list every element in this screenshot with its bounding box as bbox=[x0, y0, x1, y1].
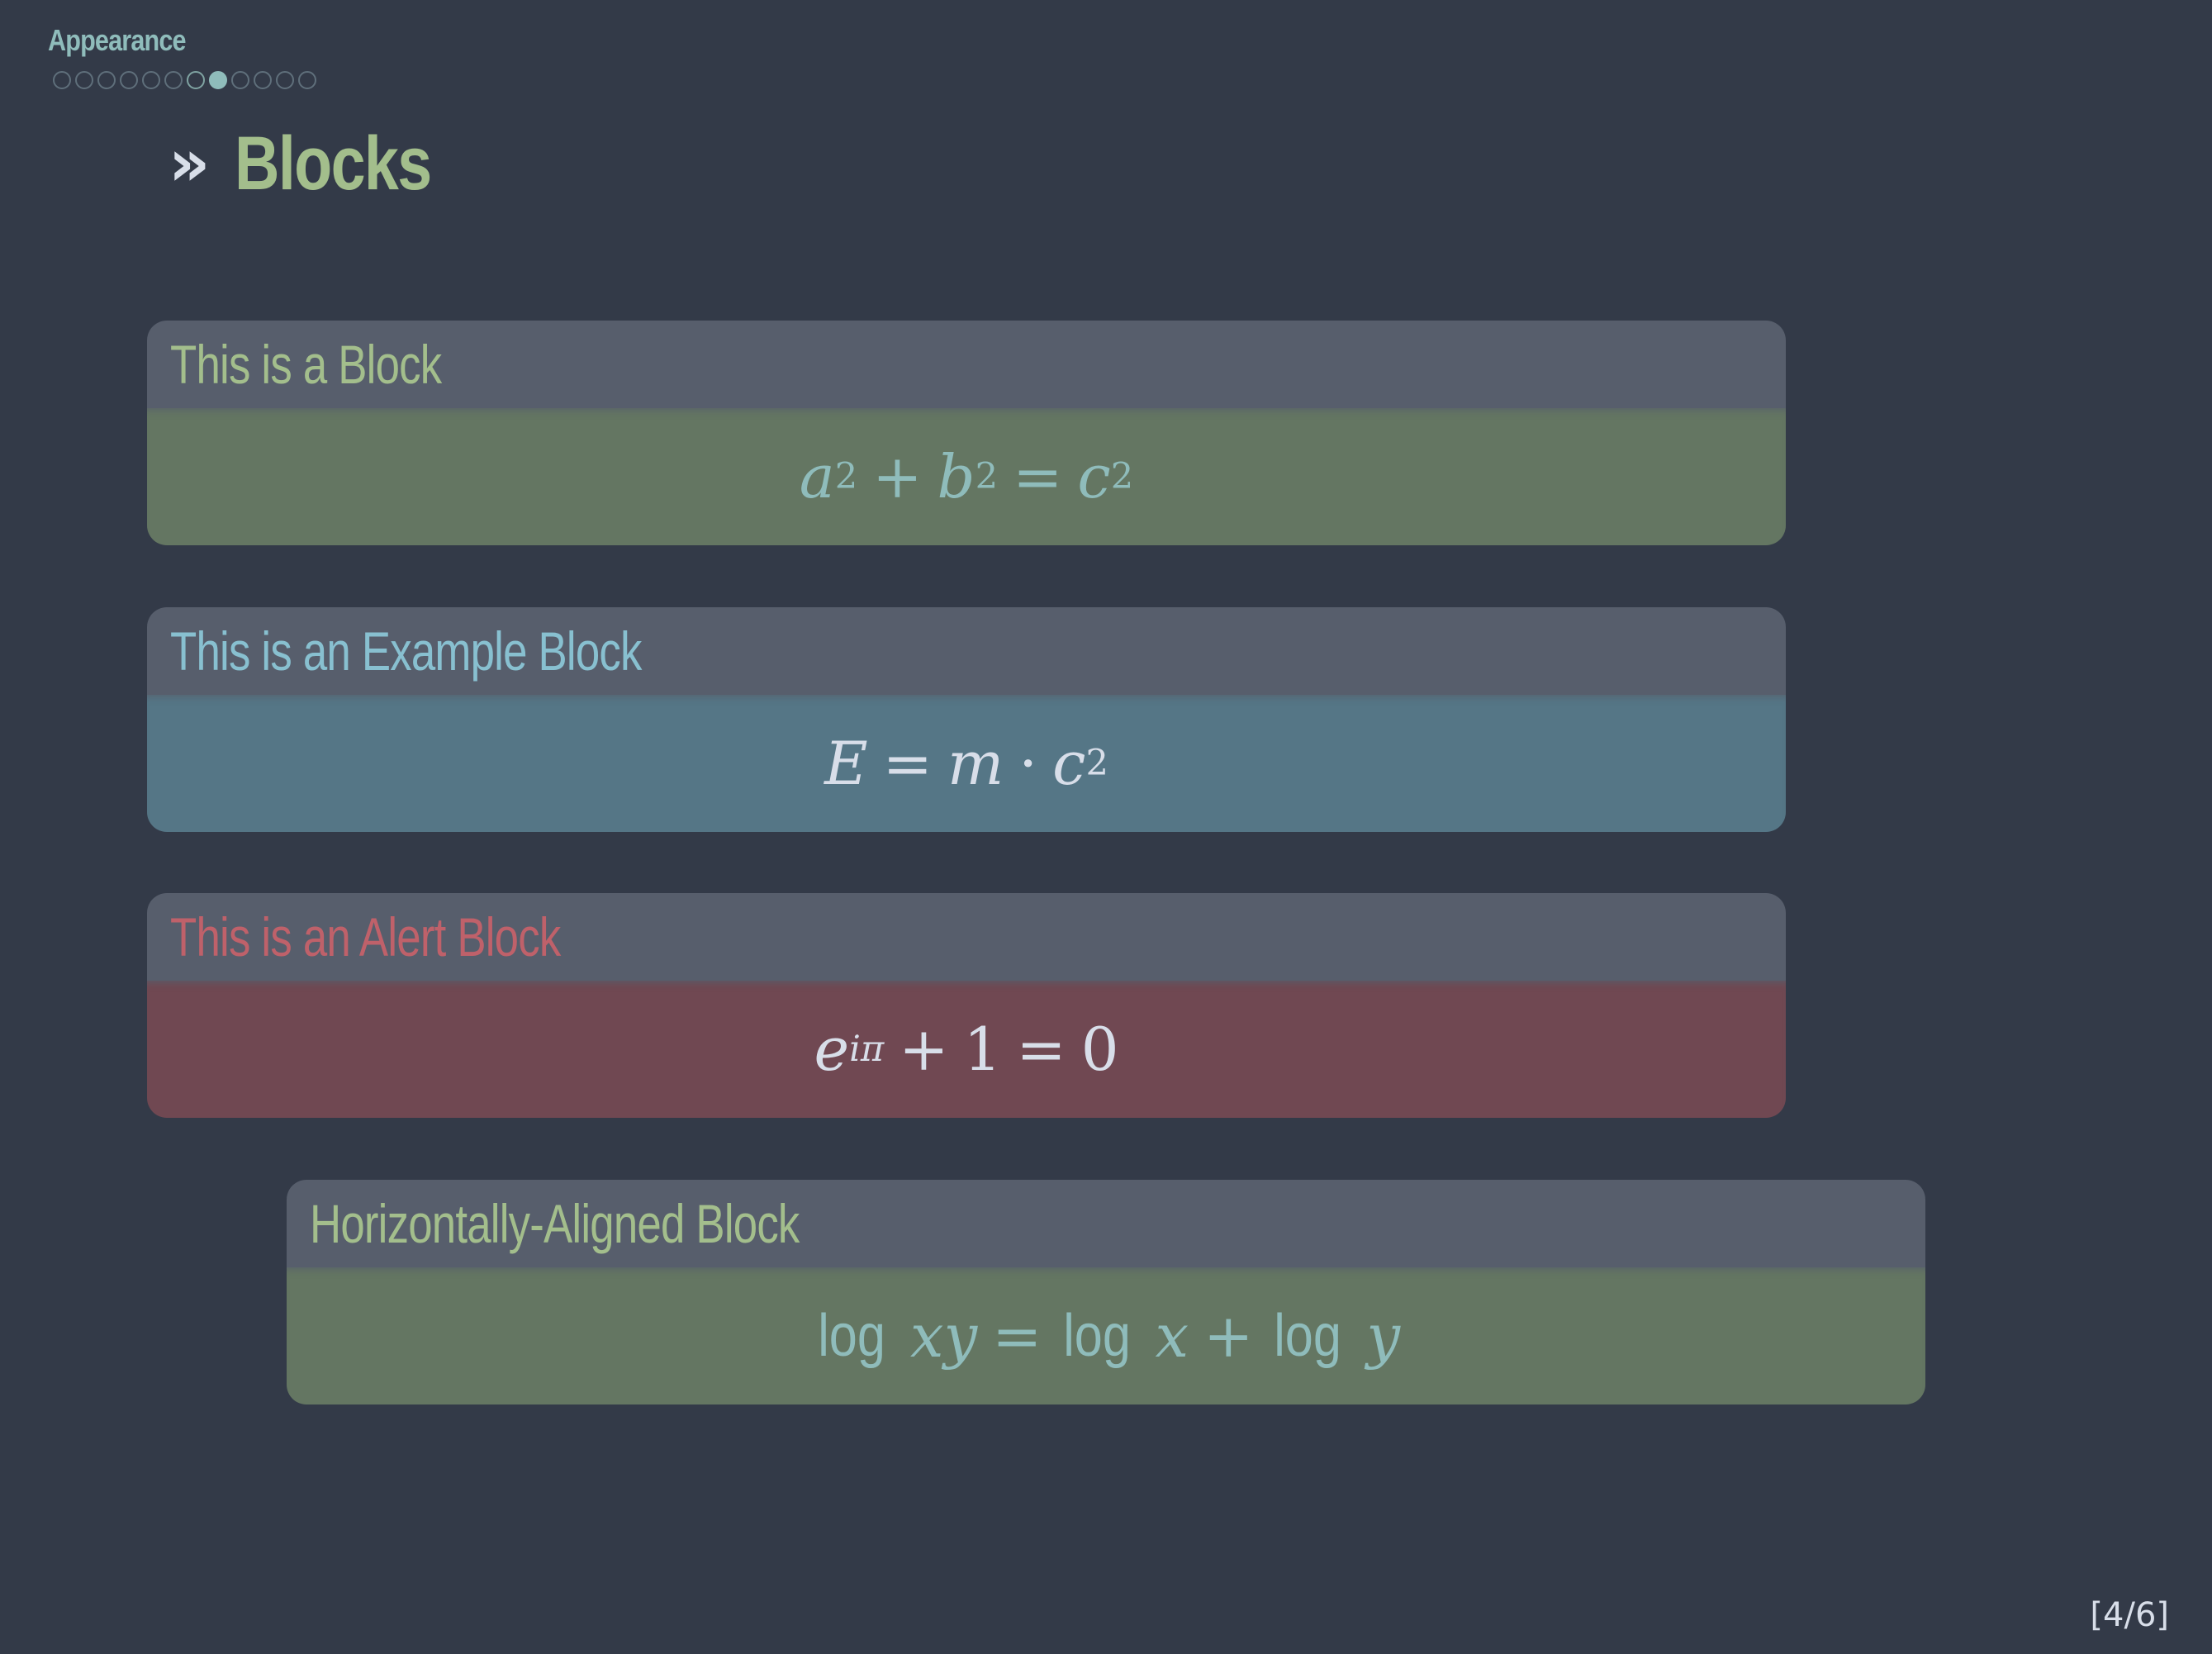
formula-operator-dot: · bbox=[1018, 729, 1038, 798]
nav-dot[interactable] bbox=[231, 71, 249, 89]
nav-dot[interactable] bbox=[187, 71, 205, 89]
formula-var-x: x bbox=[1155, 1301, 1189, 1371]
formula-var-y: y bbox=[1366, 1301, 1401, 1371]
formula-var-e: e bbox=[814, 1015, 850, 1084]
page-number: [4/6] bbox=[2090, 1596, 2169, 1634]
block-body-formula: E = m · c2 bbox=[147, 695, 1786, 832]
frame-title-text: Blocks bbox=[235, 121, 432, 206]
formula-operator-equals: = bbox=[992, 1301, 1042, 1371]
block-title: Horizontally-Aligned Block bbox=[310, 1193, 800, 1254]
formula-var-c: c bbox=[1077, 442, 1111, 511]
nav-dot[interactable] bbox=[75, 71, 93, 89]
nav-dot-current[interactable] bbox=[209, 71, 227, 89]
formula-operator-plus: + bbox=[872, 442, 923, 511]
formula-var-a: a bbox=[799, 442, 835, 511]
formula-operator-plus: + bbox=[899, 1015, 949, 1084]
block-title-bar: This is a Block bbox=[147, 321, 1786, 415]
block-title-bar: This is an Example Block bbox=[147, 607, 1786, 701]
formula-operator-equals: = bbox=[1016, 1015, 1066, 1084]
formula-number-one: 1 bbox=[963, 1015, 1002, 1084]
nav-dot[interactable] bbox=[53, 71, 71, 89]
alert-block: This is an Alert Block e iπ + 1 = 0 bbox=[147, 893, 1786, 1118]
section-title[interactable]: Appearance bbox=[48, 23, 187, 58]
block-title: This is a Block bbox=[170, 334, 442, 395]
block-title-bar: Horizontally-Aligned Block bbox=[287, 1180, 1925, 1274]
formula-function-log: log bbox=[818, 1303, 885, 1369]
formula-function-log: log bbox=[1274, 1303, 1342, 1369]
frame-title: » Blocks bbox=[169, 126, 474, 202]
formula-exponent: iπ bbox=[849, 1029, 885, 1070]
nav-dot[interactable] bbox=[97, 71, 116, 89]
nav-dot[interactable] bbox=[298, 71, 316, 89]
formula-operator-plus: + bbox=[1203, 1301, 1254, 1371]
slide-navigation-dots bbox=[53, 71, 316, 89]
nav-dot[interactable] bbox=[164, 71, 183, 89]
nav-dot[interactable] bbox=[120, 71, 138, 89]
formula-number-zero: 0 bbox=[1080, 1015, 1119, 1084]
block-title: This is an Example Block bbox=[170, 620, 642, 682]
block-body-formula: e iπ + 1 = 0 bbox=[147, 981, 1786, 1118]
formula-var-b: b bbox=[937, 442, 975, 511]
formula-var-c: c bbox=[1052, 729, 1086, 798]
nav-dot[interactable] bbox=[276, 71, 294, 89]
title-marker-icon: » bbox=[169, 126, 211, 201]
formula-operator-equals: = bbox=[1013, 442, 1063, 511]
formula-var-E: E bbox=[824, 729, 868, 798]
nav-dot[interactable] bbox=[254, 71, 272, 89]
example-block: This is an Example Block E = m · c2 bbox=[147, 607, 1786, 832]
block-title: This is an Alert Block bbox=[170, 906, 561, 967]
standard-block: This is a Block a2 + b2 = c2 bbox=[147, 321, 1786, 545]
block-title-bar: This is an Alert Block bbox=[147, 893, 1786, 987]
block-body-formula: log xy = log x + log y bbox=[287, 1267, 1925, 1404]
block-body-formula: a2 + b2 = c2 bbox=[147, 408, 1786, 545]
formula-operator-equals: = bbox=[882, 729, 933, 798]
nav-dot[interactable] bbox=[142, 71, 160, 89]
horizontally-aligned-block: Horizontally-Aligned Block log xy = log … bbox=[287, 1180, 1925, 1404]
formula-var-xy: xy bbox=[909, 1301, 978, 1371]
formula-function-log: log bbox=[1062, 1303, 1131, 1369]
formula-var-m: m bbox=[947, 729, 1004, 798]
